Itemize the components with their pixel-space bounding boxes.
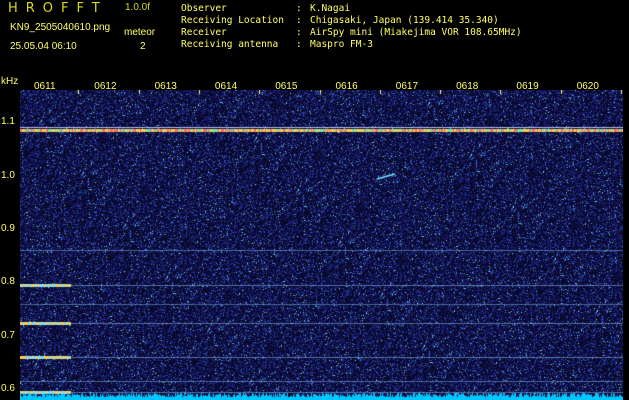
info-row-receiver: Receiver: AirSpy mini (Miakejima VOR 108.… — [181, 27, 522, 38]
info-separator: : — [296, 27, 302, 38]
y-tick-label: 1.1 — [1, 116, 15, 128]
info-row-observer: Observer: K.Nagai — [181, 3, 350, 14]
y-axis-unit: kHz — [1, 76, 19, 87]
info-separator: : — [296, 39, 302, 50]
info-key: Receiving Location — [181, 15, 284, 26]
meteor-label: meteor — [124, 27, 156, 38]
info-separator: : — [296, 15, 302, 26]
header-panel: HROFFT 1.0.0f KN9_2505040610.png meteor … — [0, 0, 629, 76]
info-value: Chigasaki, Japan (139.414 35.340) — [310, 15, 499, 26]
meteor-count: 2 — [140, 41, 146, 52]
y-tick-label: 0.6 — [1, 383, 15, 395]
info-key: Observer — [181, 3, 227, 14]
info-row-antenna: Receiving antenna: Maspro FM-3 — [181, 39, 373, 50]
capture-datetime: 25.05.04 06:10 — [10, 41, 77, 52]
info-value: Maspro FM-3 — [310, 39, 373, 50]
file-name: KN9_2505040610.png — [10, 22, 111, 33]
app-logo: HROFFT — [8, 1, 108, 16]
spectrogram-panel: kHz 0611 0612 0613 0614 0615 0616 0617 0618 0619… — [0, 76, 629, 400]
info-separator: : — [296, 3, 302, 14]
spectrogram-canvas — [20, 90, 623, 400]
info-key: Receiving antenna — [181, 39, 279, 50]
info-row-location: Receiving Location: Chigasaki, Japan (139… — [181, 15, 499, 26]
info-key: Receiver — [181, 27, 227, 38]
y-tick-label: 0.7 — [1, 329, 15, 341]
info-value: K.Nagai — [310, 3, 351, 14]
y-tick-label: 1.0 — [1, 169, 15, 181]
app-version: 1.0.0f — [125, 2, 151, 13]
y-tick-label: 0.9 — [1, 222, 15, 234]
info-value: AirSpy mini (Miakejima VOR 108.65MHz) — [310, 27, 522, 38]
y-tick-label: 0.8 — [1, 276, 15, 288]
